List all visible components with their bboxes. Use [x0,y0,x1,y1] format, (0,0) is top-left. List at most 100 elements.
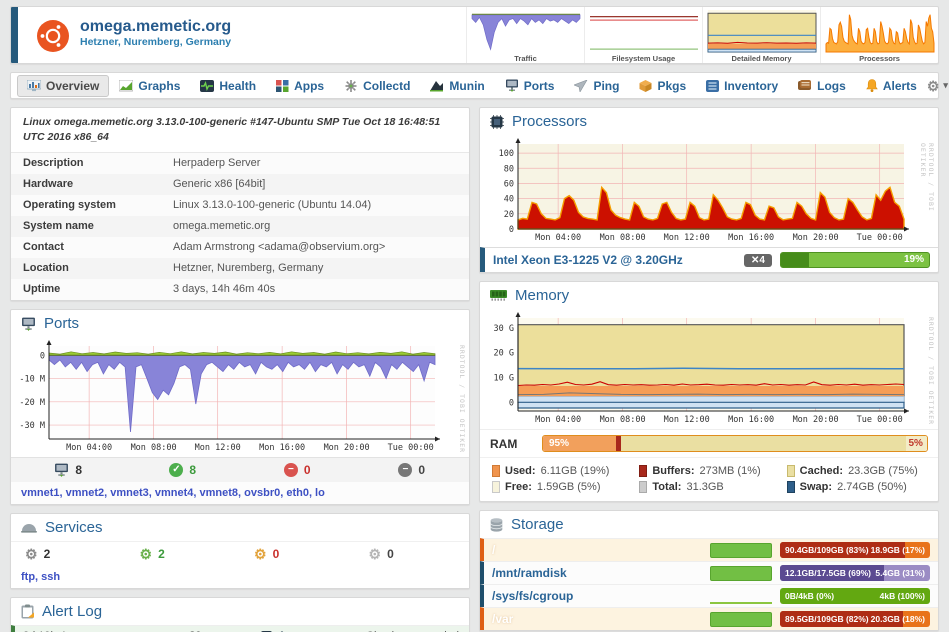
ports-disabled-stat[interactable]: −0 [355,463,470,477]
services-section-title[interactable]: Services [45,519,103,536]
minus-circle-red-icon: − [284,463,298,477]
sysinfo-row-location: LocationHetzner, Nuremberg, Germany [11,258,469,279]
services-total-stat[interactable]: ⚙2 [11,547,126,561]
tab-munin[interactable]: Munin [420,75,494,97]
storage-row: /var 89.5GB/109GB (82%)20.3GB (18%) [480,607,938,630]
sysinfo-row-sysname: System nameomega.memetic.org [11,216,469,237]
tab-collectd[interactable]: Collectd [334,75,420,97]
mountpoint-link[interactable]: /mnt/ramdisk [492,566,702,580]
storage-minigraph[interactable] [710,566,772,581]
device-location[interactable]: Hetzner, Nuremberg, Germany [80,36,270,48]
storage-row: /sys/fs/cgroup 0B/4kB (0%)4kB (100%) [480,584,938,607]
svg-text:Mon 16:00: Mon 16:00 [259,443,305,452]
ports-stats: 8 ✓8 −0 −0 [11,457,469,482]
processors-section-icon [490,115,504,129]
svg-text:-30 M: -30 M [19,421,45,431]
gear-down-icon: ⚙ [254,547,267,561]
device-titles: omega.memetic.org Hetzner, Nuremberg, Ge… [80,7,270,63]
tab-logs[interactable]: Logs [788,75,856,97]
tab-graphs[interactable]: Graphs [109,75,190,97]
svg-text:10 G: 10 G [494,374,514,384]
gear-up-icon: ⚙ [140,547,153,561]
mountpoint-link[interactable]: /var [492,612,702,626]
services-disabled-stat[interactable]: ⚙0 [355,547,470,561]
ports-section-title[interactable]: Ports [44,315,79,332]
rrdtool-watermark: RRDTOOL / TOBI OETIKER [919,143,935,247]
svg-text:Mon 08:00: Mon 08:00 [600,415,646,424]
tab-pkgs[interactable]: Pkgs [629,75,696,97]
services-links[interactable]: ftp, ssh [11,566,469,588]
ports-links[interactable]: vmnet1, vmnet2, vmnet3, vmnet4, vmnet8, … [11,482,469,504]
alert-log-panel: Alert Log 2d 19h 4m processor_ge_80 Aver… [10,597,470,632]
tab-health[interactable]: Health [190,75,266,97]
tab-alerts[interactable]: Alerts [856,75,927,97]
services-up-stat[interactable]: ⚙2 [126,547,241,561]
settings-caret-icon[interactable]: ▾ [943,80,948,91]
processors-graph[interactable]: 020406080100Mon 04:00Mon 08:00Mon 12:00M… [480,135,938,247]
memory-legend: Used:6.11GB (19%) Buffers:273MB (1%) Cac… [480,457,938,501]
ports-nav-icon [505,79,519,92]
minigraph-memory-label: Detailed Memory [706,54,817,63]
ports-down-stat[interactable]: −0 [240,463,355,477]
tab-apps[interactable]: Apps [266,75,334,97]
storage-minigraph[interactable] [710,589,772,604]
memory-graph[interactable]: 010 G20 G30 GMon 04:00Mon 08:00Mon 12:00… [480,309,938,429]
storage-usage-bar: 90.4GB/109GB (83%)18.9GB (17%) [780,542,930,558]
settings-gear-icon[interactable]: ⚙ [927,79,940,93]
svg-text:Mon 20:00: Mon 20:00 [324,443,370,452]
svg-text:80: 80 [504,164,514,174]
ram-usage-bar: 95% 5% [542,435,928,452]
services-down-stat[interactable]: ⚙0 [240,547,355,561]
storage-panel: Storage / 90.4GB/109GB (83%)18.9GB (17%)… [479,510,939,631]
rrdtool-watermark: RRDTOOL / TOBI OETIKER [458,345,466,453]
free-swatch [492,481,500,493]
alerts-icon [866,79,878,92]
services-panel: Services ⚙2 ⚙2 ⚙0 ⚙0 ftp, ssh [10,513,470,589]
sysinfo-row-uptime: Uptime3 days, 14h 46m 40s [11,279,469,300]
cpu-row: Intel Xeon E3-1225 V2 @ 3.20GHz ✕4 19% [480,247,938,272]
minigraph-processors-label: Processors [824,54,935,63]
ram-used-segment: 95% [543,436,616,451]
storage-section-title[interactable]: Storage [511,516,564,533]
ports-total-stat[interactable]: 8 [11,463,126,477]
memory-section-icon [490,290,507,301]
alert-log-section-title[interactable]: Alert Log [42,603,102,620]
processors-section-title[interactable]: Processors [512,113,587,130]
inventory-icon [706,80,719,92]
health-icon [200,80,214,92]
gear-icon: ⚙ [25,547,38,561]
ping-icon [574,80,588,92]
monitor-icon [54,463,69,477]
processors-panel: Processors 020406080100Mon 04:00Mon 08:0… [479,107,939,273]
mountpoint-link[interactable]: /sys/fs/cgroup [492,589,702,603]
logs-icon [798,80,812,91]
tab-ping[interactable]: Ping [564,75,629,97]
minus-circle-gray-icon: − [398,463,412,477]
minigraph-traffic[interactable]: Traffic [466,7,584,63]
kernel-banner: Linux omega.memetic.org 3.13.0-100-gener… [11,108,469,153]
cpu-name-link[interactable]: Intel Xeon E3-1225 V2 @ 3.20GHz [493,253,736,267]
sysinfo-row-contact: ContactAdam Armstrong <adama@observium.o… [11,237,469,258]
ram-label[interactable]: RAM [490,437,532,451]
ports-up-stat[interactable]: ✓8 [126,463,241,477]
svg-text:Mon 20:00: Mon 20:00 [793,415,839,424]
svg-text:-10 M: -10 M [19,375,45,385]
used-swatch [492,465,500,477]
tab-ports[interactable]: Ports [495,75,565,97]
tab-inventory[interactable]: Inventory [696,75,788,97]
device-hostname[interactable]: omega.memetic.org [80,17,270,36]
minigraph-filesystem[interactable]: Filesystem Usage [584,7,702,63]
graphs-icon [119,80,133,92]
check-circle-icon: ✓ [169,463,183,477]
storage-minigraph[interactable] [710,612,772,627]
tab-overview[interactable]: Overview [17,75,109,97]
memory-section-title[interactable]: Memory [515,287,569,304]
ports-graph[interactable]: 0-10 M-20 M-30 MMon 04:00Mon 08:00Mon 12… [11,337,469,457]
minigraph-memory[interactable]: Detailed Memory [702,7,820,63]
minigraph-processors[interactable]: Processors [820,7,938,63]
storage-usage-bar: 12.1GB/17.5GB (69%)5.4GB (31%) [780,565,930,581]
mountpoint-link[interactable]: / [492,543,702,557]
storage-usage-bar: 89.5GB/109GB (82%)20.3GB (18%) [780,611,930,627]
munin-icon [430,80,444,92]
storage-minigraph[interactable] [710,543,772,558]
